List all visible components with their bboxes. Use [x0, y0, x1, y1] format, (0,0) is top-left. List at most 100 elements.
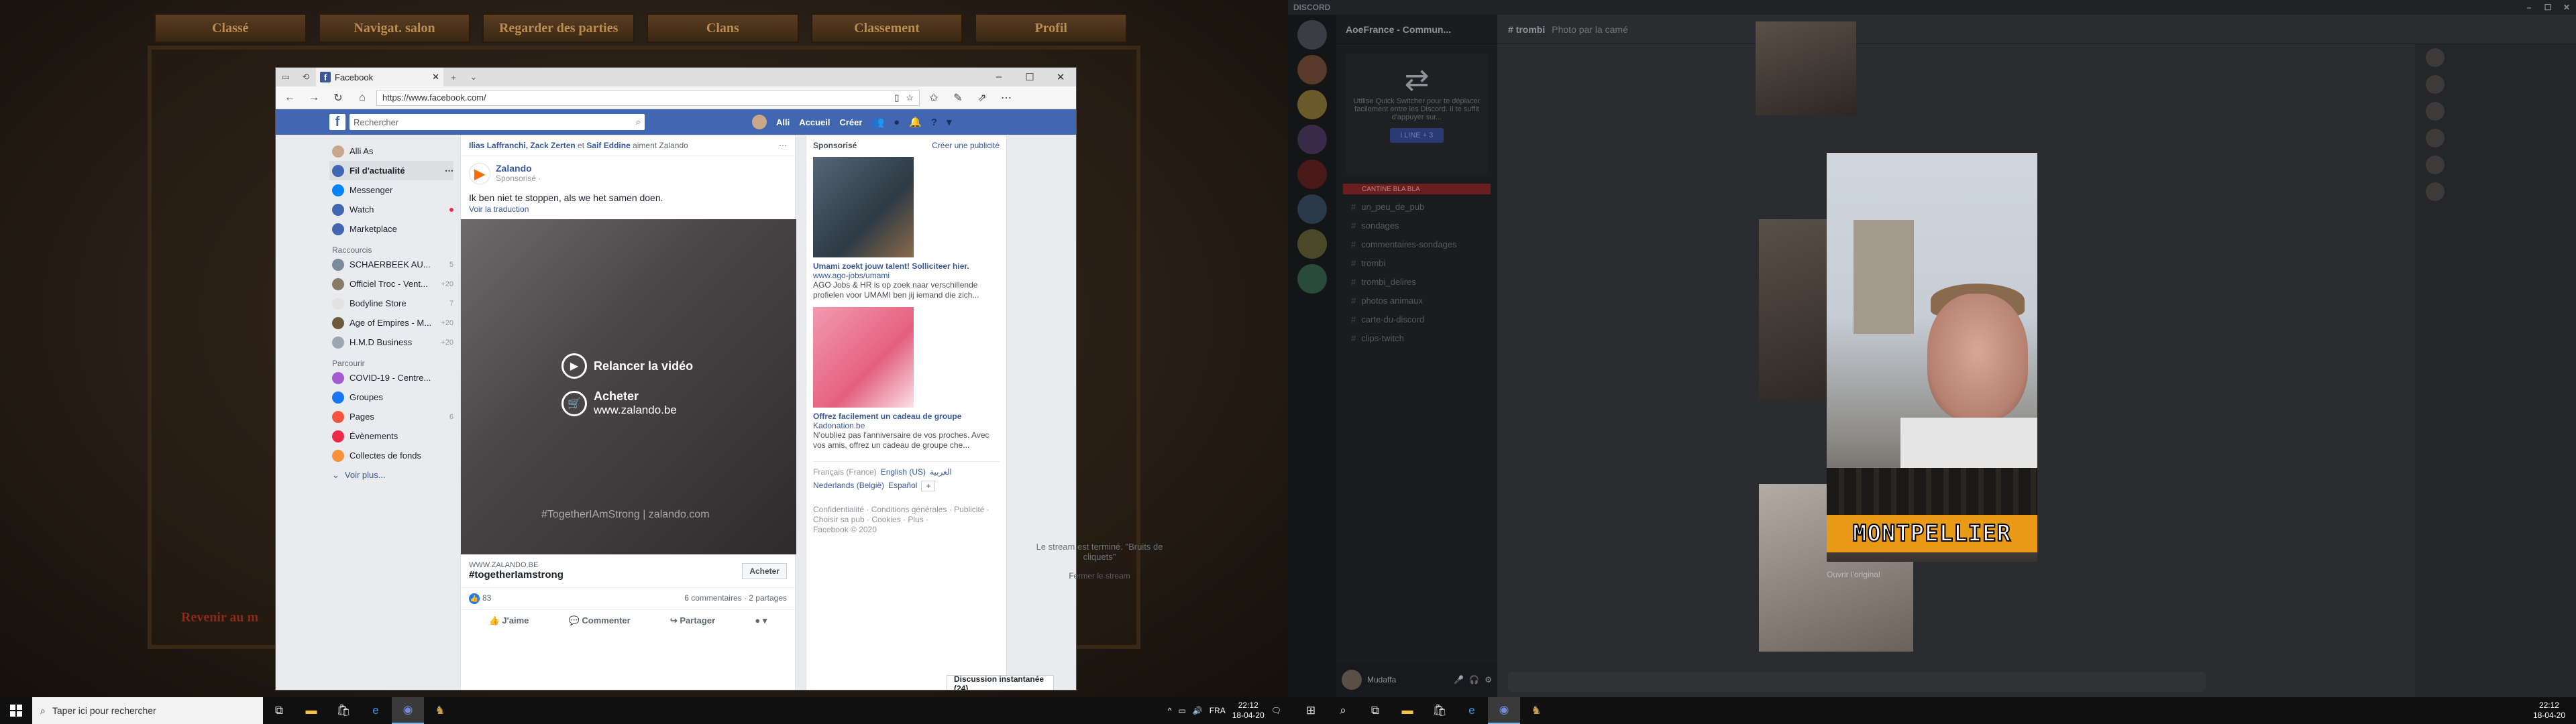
member-item[interactable]	[2415, 152, 2576, 178]
headphones-icon[interactable]: 🎧	[1469, 675, 1479, 684]
language-link[interactable]: العربية	[930, 467, 952, 477]
settings-icon[interactable]: ⚙	[1485, 675, 1492, 684]
game-tab-classe[interactable]: Classé	[154, 13, 307, 43]
back-icon[interactable]: ←	[280, 92, 300, 104]
favorites-icon[interactable]: ✩	[924, 91, 944, 105]
close-stream-button[interactable]: Fermer le stream	[1022, 571, 1177, 581]
language-link[interactable]: Nederlands (België)	[813, 481, 884, 491]
file-explorer-icon[interactable]: ▬	[1391, 697, 1424, 724]
discord-taskbar-icon[interactable]: ◉	[392, 697, 424, 724]
language-link[interactable]: English (US)	[881, 467, 926, 477]
shortcut-item[interactable]: SCHAERBEEK AU... 5	[329, 255, 453, 274]
pen-icon[interactable]: ✎	[948, 91, 968, 105]
shortcut-item[interactable]: Officiel Troc - Vent... +20	[329, 274, 453, 294]
edge-icon[interactable]: e	[360, 697, 392, 724]
open-original-link[interactable]: Ouvrir l'original	[1827, 570, 1880, 579]
home-icon[interactable]	[1297, 20, 1327, 50]
ad-title[interactable]: Umami zoekt jouw talent! Solliciteer hie…	[813, 261, 1000, 271]
store-icon[interactable]: 🛍	[1424, 697, 1456, 724]
notifications-icon[interactable]: 🔔	[909, 116, 922, 128]
close-tab-icon[interactable]: ✕	[432, 72, 439, 82]
explore-item[interactable]: COVID-19 - Centre...	[329, 368, 453, 387]
translate-link[interactable]: Voir la traduction	[461, 204, 795, 219]
replay-button[interactable]: ▶ Relancer la vidéo	[561, 353, 693, 379]
notifications-icon[interactable]: 🗨	[1271, 706, 1281, 715]
server-icon[interactable]	[1297, 55, 1327, 84]
server-name[interactable]: AoeFrance - Commun...	[1336, 15, 1497, 44]
store-icon[interactable]: 🛍	[327, 697, 360, 724]
file-explorer-icon[interactable]: ▬	[295, 697, 327, 724]
server-icon[interactable]	[1297, 194, 1327, 224]
member-item[interactable]	[2415, 98, 2576, 125]
taskbar-search-input[interactable]: ⌕ Taper ici pour rechercher	[32, 697, 263, 724]
tab-back-icon[interactable]: ⟲	[296, 72, 316, 82]
more-icon[interactable]: ⋯	[445, 166, 453, 176]
favorite-star-icon[interactable]: ☆	[906, 93, 914, 103]
game-tab-watch[interactable]: Regarder des parties	[482, 13, 635, 43]
message-image[interactable]	[1756, 21, 1856, 115]
channel-item[interactable]: photos animaux	[1336, 291, 1497, 310]
left-nav-news-feed[interactable]: Fil d'actualité ⋯	[329, 161, 453, 180]
add-language-button[interactable]: +	[921, 481, 936, 491]
explore-item[interactable]: Groupes	[329, 387, 453, 407]
server-icon[interactable]	[1297, 125, 1327, 154]
search-icon[interactable]: ⌕	[636, 117, 641, 127]
post-page-name[interactable]: Zalando	[496, 163, 541, 174]
task-view-icon[interactable]: ⧉	[263, 697, 295, 724]
member-item[interactable]	[2415, 125, 2576, 152]
post-video[interactable]: ▶ Relancer la vidéo 🛒 Acheter www.zaland…	[461, 219, 796, 554]
game-taskbar-icon[interactable]: ♞	[1520, 697, 1552, 724]
network-icon[interactable]: ▭	[1178, 706, 1185, 715]
language-link[interactable]: Español	[888, 481, 917, 491]
reading-view-icon[interactable]: ▯	[894, 93, 899, 103]
share-icon[interactable]: ⇗	[972, 91, 992, 105]
member-item[interactable]	[2415, 44, 2576, 71]
footer-links-text[interactable]: Confidentialité · Conditions générales ·…	[813, 505, 1000, 525]
account-menu-icon[interactable]: ▾	[947, 116, 952, 128]
discord-taskbar-icon[interactable]: ◉	[1488, 697, 1520, 724]
task-view-icon[interactable]: ⧉	[1359, 697, 1391, 724]
ad-url[interactable]: Kadonation.be	[813, 421, 1000, 430]
explore-item[interactable]: Collectes de fonds	[329, 446, 453, 465]
left-nav-messenger[interactable]: Messenger	[329, 180, 453, 200]
minimize-icon[interactable]: –	[2520, 3, 2538, 12]
tray-chevron-icon[interactable]: ^	[1168, 706, 1172, 715]
invite-button[interactable]: i LINE + 3	[1390, 128, 1444, 143]
clock[interactable]: 22:12 18-04-20	[2533, 701, 2576, 721]
search-icon[interactable]: ⌕	[1327, 697, 1359, 724]
comment-button[interactable]: 💬 Commenter	[569, 615, 631, 626]
channel-item[interactable]: un_peu_de_pub	[1336, 197, 1497, 216]
home-icon[interactable]: ⌂	[352, 92, 372, 104]
channel-item[interactable]: trombi_delires	[1336, 272, 1497, 291]
buy-button[interactable]: Acheter	[742, 562, 787, 579]
close-icon[interactable]: ✕	[1045, 71, 1076, 83]
friends-icon[interactable]: 👥	[871, 116, 884, 128]
game-tab-profile[interactable]: Profil	[975, 13, 1128, 43]
browser-tab[interactable]: f Facebook ✕	[316, 68, 443, 86]
facebook-logo-icon[interactable]: f	[329, 114, 345, 130]
shortcut-item[interactable]: Bodyline Store 7	[329, 294, 453, 313]
image-lightbox[interactable]: MONTPELLIER	[1827, 153, 2037, 562]
game-tab-lobby[interactable]: Navigat. salon	[318, 13, 471, 43]
close-icon[interactable]: ✕	[2557, 3, 2576, 12]
avatar[interactable]	[1342, 670, 1362, 690]
language-indicator[interactable]: FRA	[1210, 706, 1226, 715]
nav-profile-link[interactable]: Alli	[776, 117, 790, 127]
nav-create-link[interactable]: Créer	[839, 117, 862, 127]
reactor-names[interactable]: Ilias Laffranchi, Zack Zerten	[469, 141, 576, 150]
share-button[interactable]: ↪ Partager	[670, 615, 715, 626]
game-taskbar-icon[interactable]: ♞	[424, 697, 456, 724]
maximize-icon[interactable]: ☐	[1014, 71, 1045, 83]
minimize-icon[interactable]: –	[983, 71, 1014, 83]
messenger-icon[interactable]: ●	[894, 117, 900, 128]
volume-icon[interactable]: 🔊	[1193, 706, 1203, 715]
game-back-link[interactable]: Revenir au m	[181, 610, 258, 625]
reactor-name[interactable]: Saif Eddine	[586, 141, 630, 150]
post-link-preview[interactable]: WWW.ZALANDO.BE #togetherIamstrong Achete…	[461, 554, 795, 588]
windows-start-icon[interactable]	[0, 697, 32, 724]
comments-shares[interactable]: 6 commentaires · 2 partages	[684, 593, 787, 604]
server-icon[interactable]	[1297, 264, 1327, 294]
address-bar[interactable]: https://www.facebook.com/ ▯ ☆	[376, 89, 920, 106]
server-icon[interactable]	[1297, 229, 1327, 259]
like-count[interactable]: 83	[482, 593, 491, 604]
